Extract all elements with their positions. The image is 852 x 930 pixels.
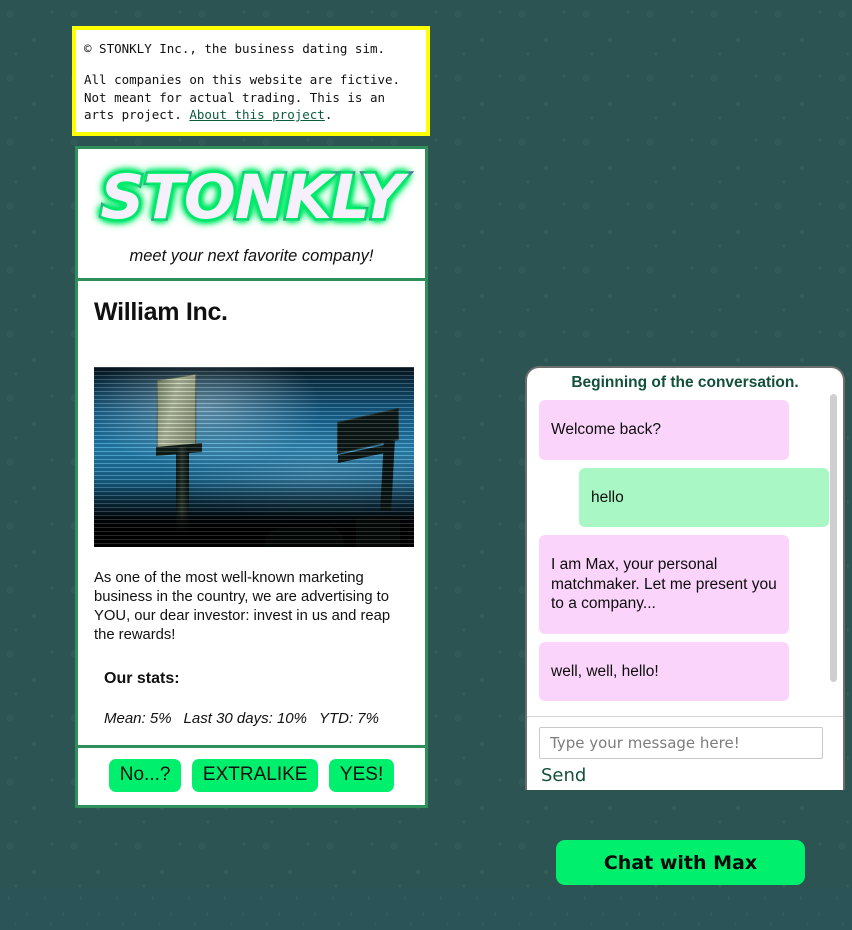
- card-body: William Inc. As one of the most well-kno…: [78, 281, 425, 744]
- skyline-building: [356, 517, 400, 548]
- reject-button[interactable]: No...?: [108, 758, 182, 793]
- company-name: William Inc.: [94, 298, 228, 327]
- extralike-button[interactable]: EXTRALIKE: [191, 758, 319, 793]
- stonkly-logo: STONKLY: [98, 162, 406, 233]
- billboard-left-panel: [156, 374, 197, 451]
- accept-button[interactable]: YES!: [328, 758, 395, 793]
- billboard-right-post: [380, 441, 395, 512]
- disclaimer-line-1: © STONKLY Inc., the business dating sim.: [84, 41, 386, 56]
- chat-input-area: Send: [527, 716, 843, 786]
- about-this-project-link[interactable]: About this project: [189, 107, 324, 122]
- disclaimer-text-after-link: .: [324, 107, 333, 123]
- card-actions: No...? EXTRALIKE YES!: [78, 744, 425, 806]
- chat-message: well, well, hello!: [539, 641, 789, 702]
- chat-scrollbar-thumb[interactable]: [830, 394, 837, 682]
- chat-message: hello: [579, 467, 829, 528]
- send-button[interactable]: Send: [541, 765, 586, 786]
- disclaimer-line-2: All companies on this website are fictiv…: [84, 71, 418, 124]
- stat-ytd: YTD: 7%: [318, 709, 379, 727]
- page-bottom-strip: [0, 888, 852, 930]
- stat-mean: Mean: 5%: [104, 709, 172, 727]
- stats-line: Mean: 5% Last 30 days: 10% YTD: 7%: [104, 710, 409, 727]
- chat-scrollbar[interactable]: [830, 394, 837, 690]
- chat-with-max-button[interactable]: Chat with Max: [556, 840, 805, 885]
- chat-beginning-label: Beginning of the conversation.: [571, 374, 799, 391]
- stat-last-30-days: Last 30 days: 10%: [183, 709, 307, 727]
- chat-message: Welcome back?: [539, 400, 789, 460]
- company-card: STONKLY meet your next favorite company!…: [75, 146, 428, 809]
- chat-message-input[interactable]: [539, 727, 823, 759]
- stats-title: Our stats:: [104, 669, 180, 687]
- chat-message-list[interactable]: Beginning of the conversation. Welcome b…: [527, 368, 843, 708]
- chat-panel: Beginning of the conversation. Welcome b…: [525, 366, 845, 790]
- skyline-silhouette: [94, 511, 414, 548]
- card-header: STONKLY meet your next favorite company!: [78, 149, 425, 282]
- company-photo: [94, 367, 414, 548]
- chat-message: I am Max, your personal matchmaker. Let …: [539, 535, 789, 634]
- tagline: meet your next favorite company!: [129, 247, 374, 266]
- skyline-hill: [264, 527, 344, 548]
- disclaimer-box: © STONKLY Inc., the business dating sim.…: [72, 26, 430, 136]
- company-description: As one of the most well-known marketing …: [94, 570, 391, 644]
